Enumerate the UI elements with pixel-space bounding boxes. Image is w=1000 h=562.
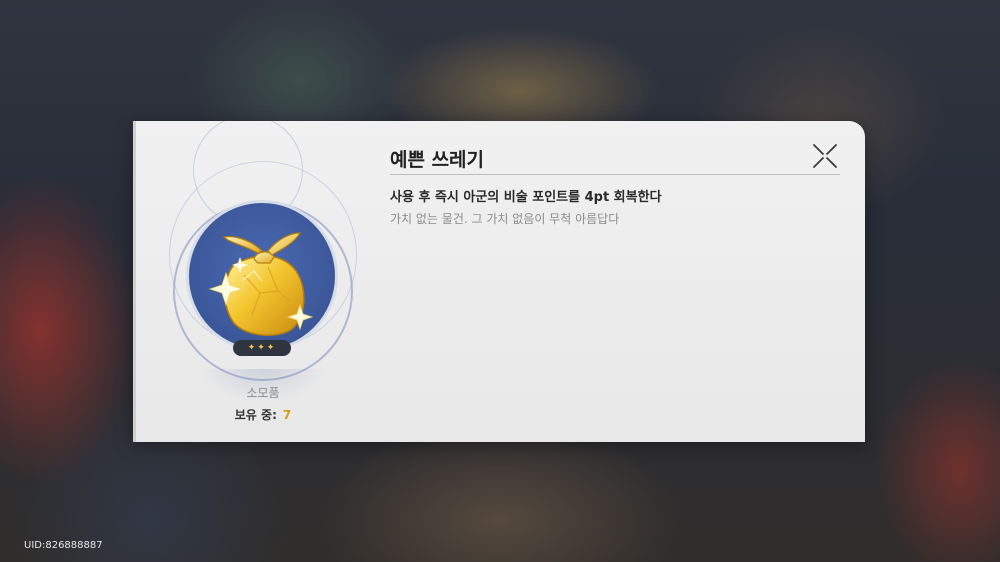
- owned-count-row: 보유 중: 7: [193, 406, 333, 423]
- item-icon-area: ✦✦✦: [182, 197, 346, 361]
- close-icon: [813, 144, 837, 168]
- item-detail-panel: ✦✦✦ 소모품 보유 중: 7 예쁜 쓰레기 사용 후 즉시 아군의 비술 포인트…: [133, 121, 865, 442]
- item-category-label: 소모품: [246, 386, 280, 400]
- panel-left-edge: [133, 121, 136, 442]
- owned-label: 보유 중:: [234, 408, 277, 422]
- golden-bag-icon: [208, 232, 314, 336]
- item-flavor-text: 가치 없는 물건. 그 가치 없음이 무척 아름답다: [390, 212, 620, 226]
- owned-count-value: 7: [282, 408, 292, 422]
- uid-label: UID:826888887: [24, 540, 103, 551]
- item-title: 예쁜 쓰레기: [390, 149, 485, 171]
- rarity-stars-badge: ✦✦✦: [233, 340, 291, 356]
- item-effect-text: 사용 후 즉시 아군의 비술 포인트를 4pt 회복한다: [390, 190, 662, 205]
- close-button[interactable]: [811, 142, 839, 170]
- title-divider: [390, 174, 840, 175]
